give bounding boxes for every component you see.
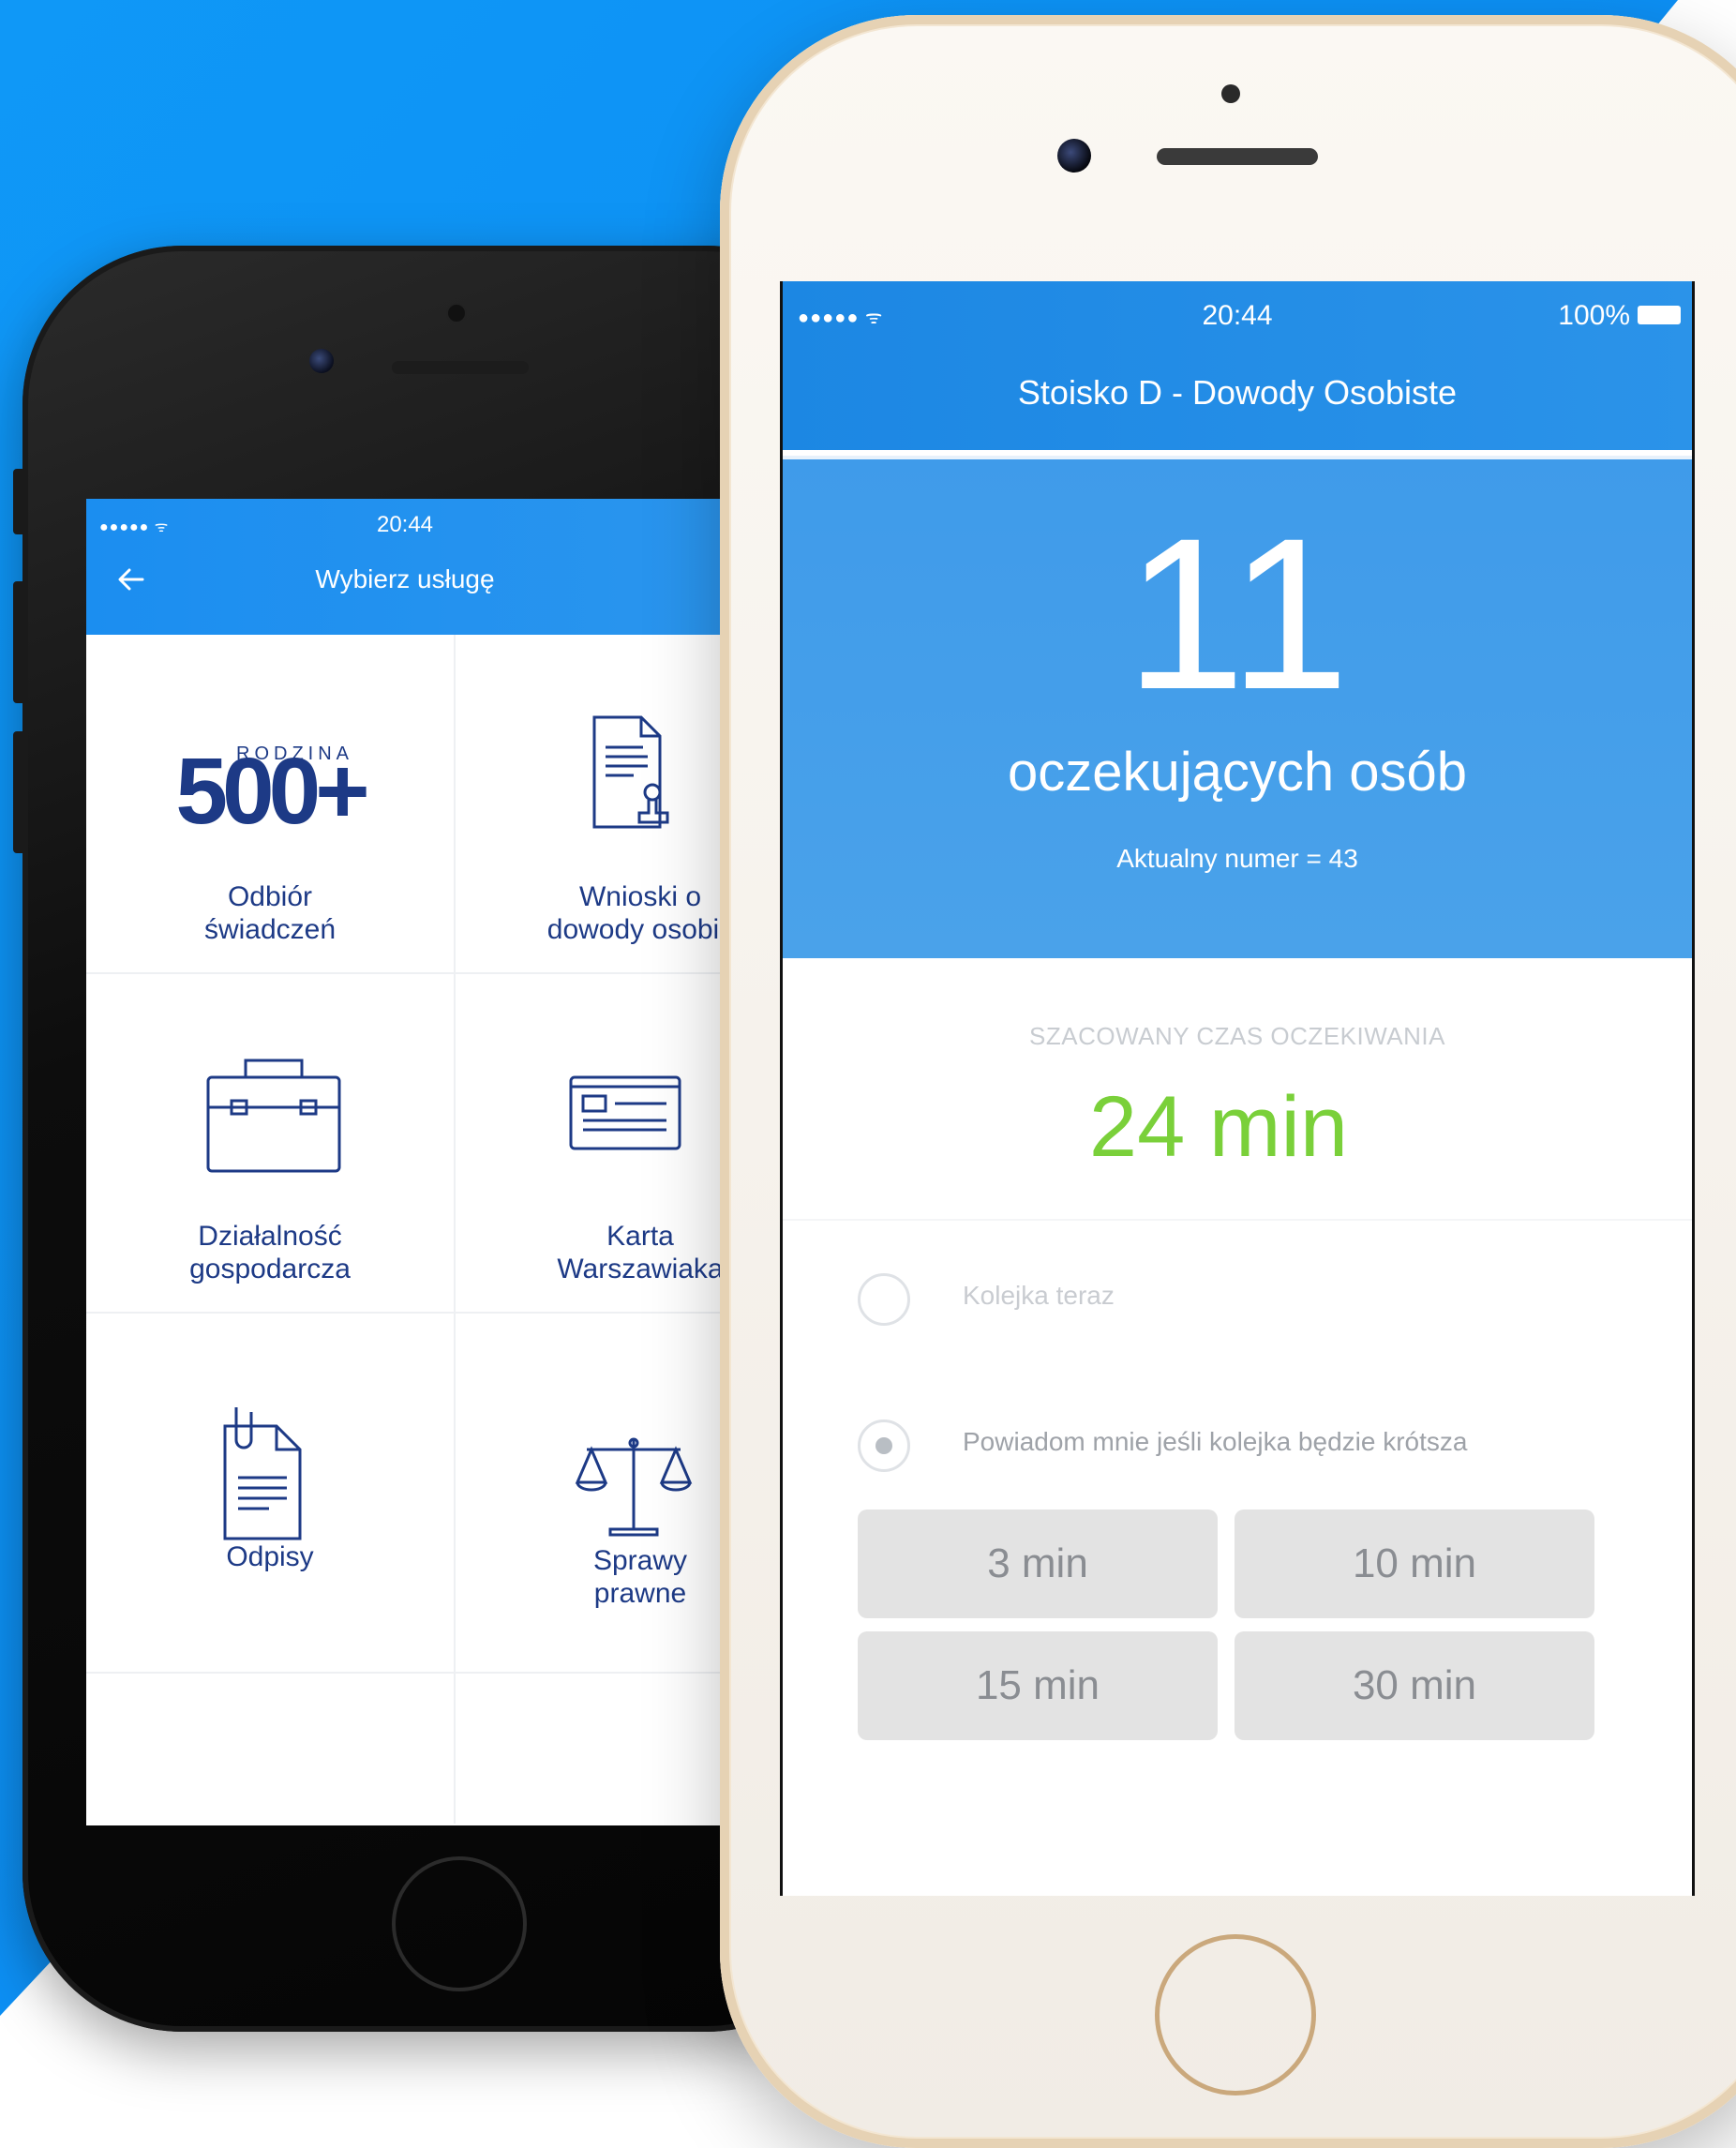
current-number: Aktualny numer = 43 bbox=[1116, 844, 1358, 873]
tile-label: Sprawy prawne bbox=[592, 1545, 688, 1609]
status-time: 20:44 bbox=[1202, 300, 1273, 331]
briefcase-icon bbox=[86, 1049, 454, 1190]
back-screen-title: Wybierz usługę bbox=[315, 564, 495, 593]
queue-panel: 11 oczekujących osób Aktualny numer = 43 bbox=[783, 456, 1692, 958]
front-phone-camera bbox=[1057, 139, 1091, 173]
front-phone-home-button[interactable] bbox=[1155, 1934, 1316, 2095]
back-phone-home-button[interactable] bbox=[392, 1856, 527, 1991]
tile-label: Wnioski o dowody osobis bbox=[546, 881, 724, 945]
tile-empty bbox=[456, 1674, 724, 1824]
tile-label: Karta Warszawiaka bbox=[557, 1221, 724, 1284]
tile-empty bbox=[86, 1674, 456, 1824]
front-status-bar: ●●●●● ᯤ 20:44 100% bbox=[783, 294, 1692, 332]
divider bbox=[783, 1219, 1692, 1221]
id-card-icon bbox=[456, 1049, 724, 1190]
document-clip-icon bbox=[86, 1389, 454, 1540]
duration-button-10[interactable]: 10 min bbox=[1235, 1510, 1594, 1618]
estimate-value: 24 min bbox=[1088, 1079, 1349, 1175]
tile-odbior-swiadczen[interactable]: 500+ RODZINA Odbiór świadczeń bbox=[86, 635, 456, 974]
tile-dzialalnosc[interactable]: Działalność gospodarcza bbox=[86, 974, 456, 1314]
back-phone-speaker bbox=[392, 361, 529, 374]
tile-odpisy[interactable]: Odpisy bbox=[86, 1314, 456, 1674]
front-phone-speaker bbox=[1157, 148, 1318, 165]
tile-karta-warszawiaka[interactable]: Karta Warszawiaka bbox=[456, 974, 724, 1314]
queue-count: 11 bbox=[1125, 493, 1350, 734]
document-stamp-icon bbox=[456, 710, 724, 850]
estimate-label: SZACOWANY CZAS OCZEKIWANIA bbox=[1029, 1022, 1445, 1050]
screen-bottom bbox=[783, 1858, 1692, 1896]
tile-sprawy-prawne[interactable]: Sprawy prawne bbox=[456, 1314, 724, 1674]
front-screen-header: ●●●●● ᯤ 20:44 100% Stoisko D - Dowody Os… bbox=[783, 281, 1692, 450]
radio-label: Kolejka teraz bbox=[963, 1281, 1115, 1310]
page-title: Stoisko D - Dowody Osobiste bbox=[1017, 373, 1458, 412]
back-status-bar: ●●●●● ᯤ 20:44 bbox=[86, 508, 724, 546]
duration-button-15[interactable]: 15 min bbox=[858, 1631, 1218, 1740]
back-phone-screen: ●●●●● ᯤ 20:44 Wybierz usługę 500+ RODZIN… bbox=[86, 499, 724, 1825]
tile-wnioski-dowody[interactable]: Wnioski o dowody osobis bbox=[456, 635, 724, 974]
battery-percent: 100% bbox=[1558, 300, 1630, 331]
duration-button-30[interactable]: 30 min bbox=[1235, 1631, 1594, 1740]
rodzina-500-logo: 500+ RODZINA bbox=[175, 739, 369, 844]
front-phone-screen: ●●●●● ᯤ 20:44 100% Stoisko D - Dowody Os… bbox=[780, 281, 1695, 1896]
scales-icon bbox=[456, 1389, 724, 1537]
radio-button[interactable] bbox=[858, 1273, 910, 1326]
back-phone-sensor bbox=[448, 305, 465, 322]
radio-label: Powiadom mnie jeśli kolejka będzie króts… bbox=[963, 1427, 1468, 1456]
tile-label: Odpisy bbox=[226, 1541, 314, 1572]
status-time: 20:44 bbox=[376, 512, 434, 537]
tile-label: Działalność gospodarcza bbox=[189, 1221, 351, 1284]
tile-label: Odbiór świadczeń bbox=[203, 881, 337, 945]
back-screen-header: ●●●●● ᯤ 20:44 Wybierz usługę bbox=[86, 499, 724, 635]
battery-icon bbox=[1638, 306, 1681, 324]
queue-caption: oczekujących osób bbox=[1007, 742, 1468, 803]
back-phone-camera bbox=[309, 349, 334, 373]
radio-button-selected[interactable] bbox=[858, 1419, 910, 1472]
duration-button-3[interactable]: 3 min bbox=[858, 1510, 1218, 1618]
front-phone-sensor bbox=[1221, 84, 1240, 103]
